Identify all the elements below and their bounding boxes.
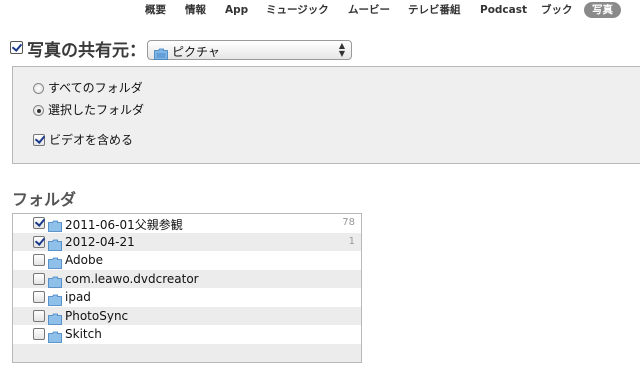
- folder-icon: [154, 45, 168, 64]
- all-folders-radio[interactable]: [33, 83, 44, 94]
- folder-name: 2011-06-01父親参観: [65, 218, 183, 232]
- photo-source-value: ピクチャ: [172, 45, 220, 59]
- sync-photos-checkbox[interactable]: [10, 41, 23, 54]
- list-item[interactable]: 2012-04-21 1: [13, 232, 361, 251]
- folder-checkbox[interactable]: [33, 235, 45, 248]
- folder-name: 2012-04-21: [65, 234, 135, 249]
- folder-checkbox[interactable]: [33, 272, 45, 285]
- folder-checkbox[interactable]: [33, 309, 45, 322]
- tab-movies[interactable]: ムービー: [348, 2, 390, 18]
- popup-arrows-icon: ▲ ▼: [338, 41, 345, 58]
- folders-heading: フォルダ: [12, 190, 77, 209]
- tab-info[interactable]: 情報: [185, 2, 206, 18]
- list-item[interactable]: com.leawo.dvdcreator: [13, 269, 361, 288]
- list-item[interactable]: Skitch: [13, 325, 361, 344]
- list-item[interactable]: PhotoSync: [13, 306, 361, 325]
- all-folders-label: すべてのフォルダ: [48, 81, 143, 95]
- list-empty-row: [13, 343, 361, 362]
- tab-tv-shows[interactable]: テレビ番組: [408, 2, 461, 18]
- folder-checkbox[interactable]: [33, 328, 45, 340]
- folder-checkbox[interactable]: [33, 291, 45, 303]
- selected-folders-radio[interactable]: [33, 105, 44, 116]
- list-item[interactable]: Adobe: [13, 251, 361, 270]
- tab-books[interactable]: ブック: [541, 2, 573, 18]
- folder-name: PhotoSync: [65, 308, 129, 323]
- folder-name: com.leawo.dvdcreator: [65, 271, 199, 286]
- tab-summary[interactable]: 概要: [145, 2, 166, 18]
- include-videos-label: ビデオを含める: [49, 133, 134, 147]
- photo-source-popup[interactable]: ピクチャ ▲ ▼: [147, 40, 352, 60]
- folder-name: Skitch: [65, 327, 102, 341]
- folder-options-panel: すべてのフォルダ 選択したフォルダ ビデオを含める: [12, 66, 640, 164]
- folder-name: Adobe: [65, 253, 103, 267]
- tab-podcast[interactable]: Podcast: [480, 2, 527, 18]
- tab-bar: 概要 情報 App ミュージック ムービー テレビ番組 Podcast ブック …: [0, 0, 640, 20]
- tab-music[interactable]: ミュージック: [266, 2, 329, 18]
- folder-count: 78: [342, 217, 355, 228]
- tab-apps[interactable]: App: [225, 2, 248, 18]
- selected-folders-label: 選択したフォルダ: [48, 103, 145, 117]
- list-item[interactable]: 2011-06-01父親参観 78: [13, 214, 361, 233]
- folder-list: 2011-06-01父親参観 78 2012-04-21 1 Adobe com…: [12, 213, 362, 363]
- tab-photos[interactable]: 写真: [584, 2, 621, 18]
- folder-checkbox[interactable]: [33, 254, 45, 266]
- folder-checkbox[interactable]: [33, 217, 45, 229]
- include-videos-checkbox[interactable]: [33, 134, 45, 146]
- folder-name: ipad: [65, 290, 91, 304]
- list-item[interactable]: ipad: [13, 288, 361, 307]
- sync-photos-title: 写真の共有元：: [27, 41, 146, 61]
- folder-count: 1: [348, 235, 355, 247]
